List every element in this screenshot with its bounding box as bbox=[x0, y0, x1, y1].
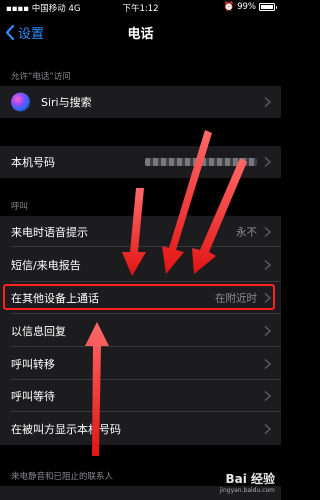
chevron-right-icon bbox=[264, 226, 271, 237]
chevron-right-icon bbox=[264, 358, 271, 369]
chevron-right-icon bbox=[264, 423, 271, 434]
row-label: 以信息回复 bbox=[11, 324, 66, 338]
call-waiting-row[interactable]: 呼叫等待 bbox=[0, 380, 281, 412]
row-label: 在其他设备上通话 bbox=[11, 292, 99, 305]
chevron-right-icon bbox=[264, 390, 271, 402]
chevron-right-icon bbox=[264, 156, 271, 168]
watermark-brand: Bai 经验 bbox=[225, 472, 275, 486]
row-label: 呼叫转移 bbox=[11, 357, 55, 371]
siri-search-row[interactable]: Siri与搜索 bbox=[0, 86, 281, 118]
row-label: 短信/来电报告 bbox=[11, 258, 81, 272]
row-label: 来电时语音提示 bbox=[11, 225, 88, 239]
row-label: 在被叫方显示本机号码 bbox=[11, 422, 121, 436]
chevron-right-icon bbox=[264, 259, 271, 270]
page-title: 电话 bbox=[127, 27, 154, 42]
battery-icon bbox=[259, 3, 277, 11]
show-caller-id-row[interactable]: 在被叫方显示本机号码 bbox=[0, 412, 281, 445]
status-right: ⏰ 99% bbox=[223, 2, 277, 12]
section-header-call: 呼叫 bbox=[11, 202, 29, 212]
announce-calls-row[interactable]: 来电时语音提示 永不 bbox=[0, 216, 281, 247]
row-label: 呼叫等待 bbox=[11, 390, 55, 403]
calls-on-other-devices-row[interactable]: 在其他设备上通话 在附近时 bbox=[0, 282, 281, 314]
alarm-icon: ⏰ bbox=[223, 2, 235, 12]
row-label: Siri与搜索 bbox=[41, 96, 92, 109]
baidu-watermark: Bai 经验 jingyan.baidu.com bbox=[220, 470, 275, 494]
row-label: 本机号码 bbox=[11, 156, 55, 169]
battery-percent: 99% bbox=[237, 2, 256, 12]
row-value: 永不 bbox=[236, 226, 257, 238]
navigation-bar: 设置 电话 bbox=[0, 14, 281, 48]
status-bar: ▪▪▪▪ 中国移动 4G 下午1:12 ⏰ 99% bbox=[0, 0, 281, 14]
section-header-silence-blocked: 来电静音和已阻止的联系人 bbox=[11, 472, 114, 482]
chevron-right-icon bbox=[264, 96, 271, 108]
blurred-phone-number bbox=[145, 158, 257, 166]
section-header-allow-access: 允许“电话”访问 bbox=[11, 72, 71, 82]
call-forwarding-row[interactable]: 呼叫转移 bbox=[0, 347, 281, 380]
watermark-url: jingyan.baidu.com bbox=[219, 487, 275, 494]
chevron-right-icon bbox=[264, 292, 271, 304]
chevron-right-icon bbox=[264, 325, 271, 336]
respond-with-text-row[interactable]: 以信息回复 bbox=[0, 314, 281, 347]
my-number-row[interactable]: 本机号码 bbox=[0, 146, 281, 178]
siri-icon bbox=[11, 92, 30, 112]
sms-call-reports-row[interactable]: 短信/来电报告 bbox=[0, 247, 281, 282]
row-value: 在附近时 bbox=[215, 292, 257, 305]
